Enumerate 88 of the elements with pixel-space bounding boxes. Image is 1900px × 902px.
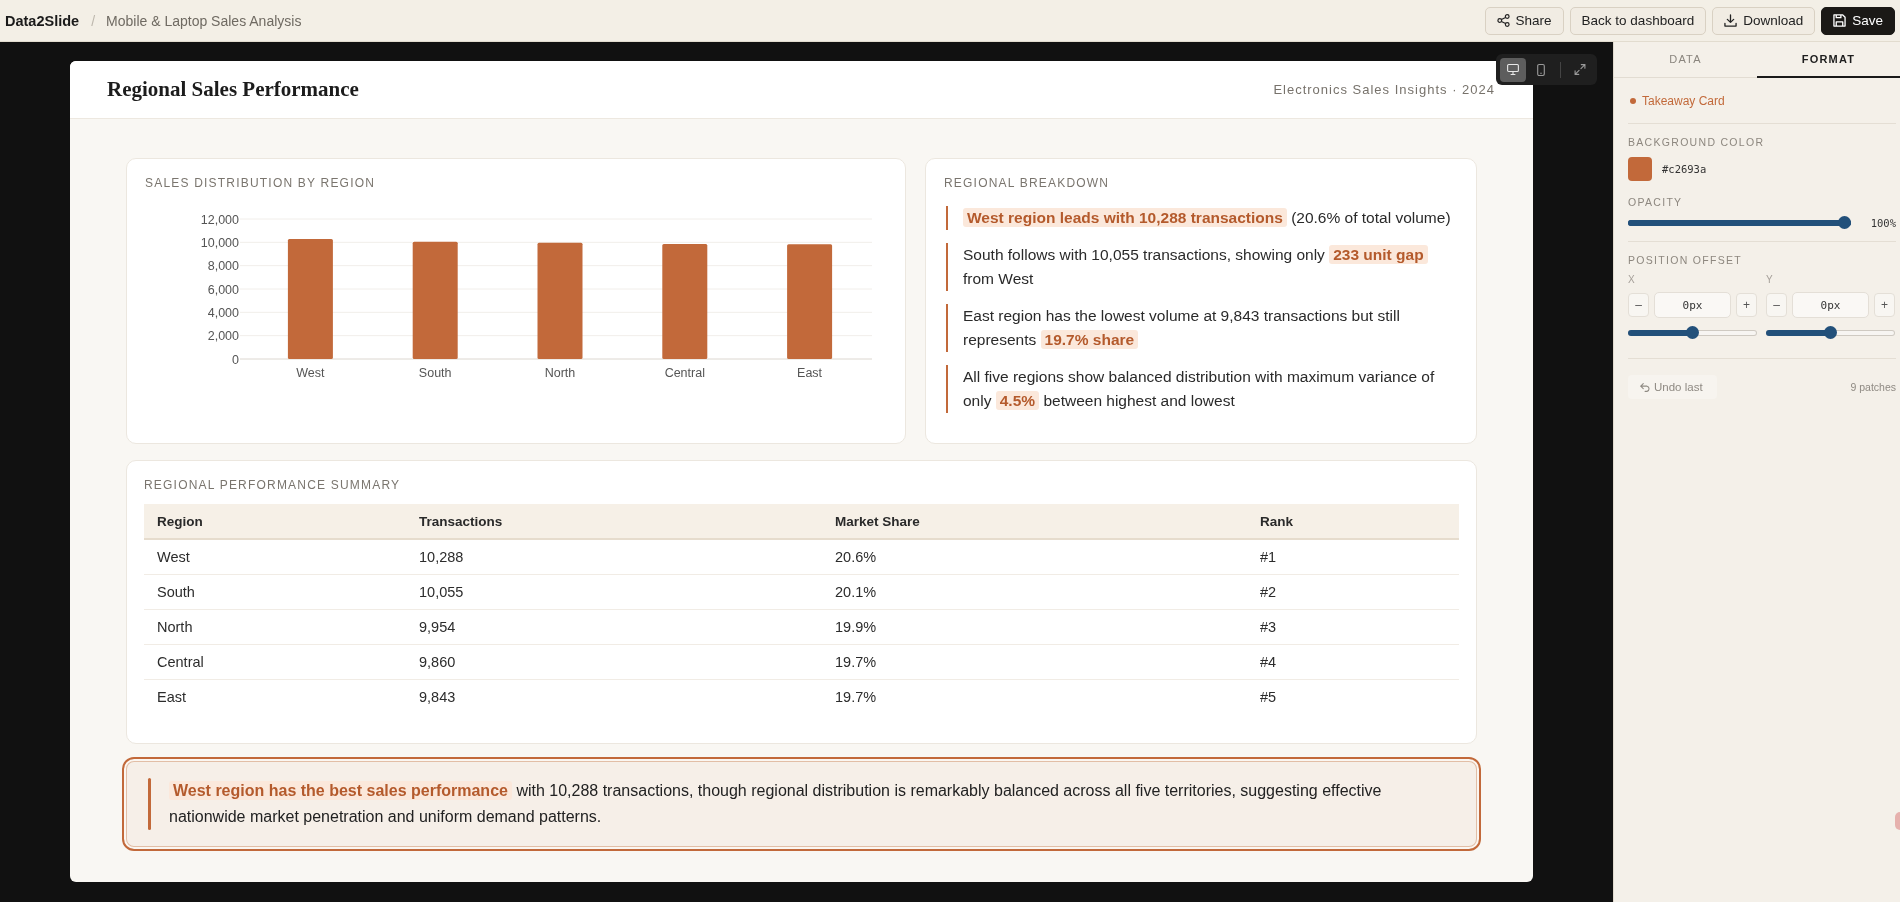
share-button[interactable]: Share	[1484, 6, 1564, 35]
y-axis-label: 8,000	[207, 259, 239, 274]
table-cell: 20.1%	[822, 574, 1247, 610]
table-cell: Central	[144, 644, 406, 680]
table-cell: 9,860	[406, 644, 822, 680]
desktop-view-button[interactable]	[1500, 57, 1526, 82]
phone-icon	[1537, 63, 1545, 76]
table-cell: 19.7%	[822, 644, 1247, 680]
expand-icon	[1574, 64, 1586, 75]
back-button[interactable]: Back to dashboard	[1569, 6, 1707, 35]
card-title: REGIONAL PERFORMANCE SUMMARY	[144, 478, 402, 492]
chart-card[interactable]: SALES DISTRIBUTION BY REGION 0 2,000 4,000 6,000 8,000 10,000 12,000 West South North Central East	[126, 158, 906, 444]
column-header: Rank	[1247, 504, 1459, 539]
section-label: POSITION OFFSET	[1628, 254, 1743, 266]
patch-count: 9 patches	[1850, 381, 1896, 393]
slide-subtitle: Electronics Sales Insights · 2024	[1273, 82, 1495, 97]
card-title: SALES DISTRIBUTION BY REGION	[145, 176, 377, 190]
table-cell: South	[144, 574, 406, 610]
takeaway-card[interactable]	[122, 757, 1481, 851]
offset-slider[interactable]	[1628, 326, 1757, 339]
brand-name[interactable]: Data2Slide	[5, 12, 80, 29]
color-swatch[interactable]	[1628, 157, 1652, 181]
breakdown-card[interactable]	[925, 158, 1477, 444]
table-cell: 9,954	[406, 609, 822, 645]
offset-slider[interactable]	[1766, 326, 1895, 339]
insight-point: East region has the lowest volume at 9,843 transactions but still represents 19.7% share	[946, 304, 1458, 352]
y-axis-label: 10,000	[200, 235, 239, 250]
table-cell: 9,843	[406, 679, 822, 714]
summary-card[interactable]: REGIONAL PERFORMANCE SUMMARY Region Transactions Market Share Rank West 10,288 20.6% #1 South 10,055 20.1% #2 North 9,954 19.9% #3 Central 9,860 19.7% #4 East 9,843 19.7% #5	[126, 460, 1477, 744]
slider-thumb[interactable]	[1824, 326, 1837, 339]
table-cell: North	[144, 609, 406, 645]
x-axis-label: East	[797, 366, 823, 380]
dot-icon	[1630, 97, 1636, 104]
save-icon	[1833, 14, 1847, 27]
table-cell: #4	[1247, 644, 1459, 680]
table-cell: 10,288	[406, 539, 822, 575]
x-axis-label: Central	[664, 366, 705, 380]
x-axis-label: West	[296, 366, 325, 380]
table-cell: 19.7%	[822, 679, 1247, 714]
x-axis-label: North	[544, 366, 576, 380]
accent-bar	[148, 778, 151, 830]
section-label: OPACITY	[1628, 196, 1684, 208]
table-cell: 19.9%	[822, 609, 1247, 645]
column-header: Market Share	[822, 504, 1247, 539]
table-cell: 20.6%	[822, 539, 1247, 575]
download-button[interactable]: Download	[1712, 6, 1816, 35]
table-cell: #5	[1247, 679, 1459, 714]
table-cell: 10,055	[406, 574, 822, 610]
y-axis-label: 6,000	[207, 282, 239, 297]
table-cell: #3	[1247, 609, 1459, 645]
column-header: Region	[144, 504, 406, 539]
slide-title: Regional Sales Performance	[107, 77, 359, 102]
y-axis-label: 2,000	[207, 329, 239, 344]
table-cell: #2	[1247, 574, 1459, 610]
takeaway-text: West region has the best sales performance with 10,288 transactions, though regional distribution is remarkably balanced across all five territories, suggesting effective nationwide market penetration and uniform demand patterns.	[169, 780, 1383, 827]
opacity-value: 100%	[1870, 216, 1896, 229]
offset-field[interactable]: 0px	[1654, 292, 1731, 318]
offset-field[interactable]: 0px	[1792, 292, 1869, 318]
insight-point: South follows with 10,055 transactions, showing only 233 unit gap from West	[946, 243, 1458, 291]
table-cell: #1	[1247, 539, 1459, 575]
axis-label: Y	[1766, 274, 1774, 285]
increment-button[interactable]: +	[1736, 293, 1757, 317]
undo-icon	[1640, 382, 1651, 392]
table-cell: West	[144, 539, 406, 575]
column-header: Transactions	[406, 504, 822, 539]
decrement-button[interactable]: –	[1628, 293, 1649, 317]
decrement-button[interactable]: –	[1766, 293, 1787, 317]
monitor-icon	[1507, 64, 1519, 75]
share-icon	[1496, 14, 1510, 27]
table-cell: East	[144, 679, 406, 714]
slider-thumb[interactable]	[1686, 326, 1699, 339]
y-axis-label: 0	[232, 352, 239, 367]
x-axis-label: South	[418, 366, 452, 380]
save-button[interactable]: Save	[1821, 6, 1895, 35]
download-icon	[1724, 14, 1738, 27]
breadcrumb-separator: /	[91, 12, 96, 29]
y-axis-label: 4,000	[207, 305, 239, 320]
y-axis-label: 12,000	[200, 212, 239, 227]
increment-button[interactable]: +	[1874, 293, 1895, 317]
color-value: #c2693a	[1662, 163, 1707, 175]
panel-tab[interactable]: FORMAT	[1757, 42, 1900, 78]
insight-point: All five regions show balanced distribution with maximum variance of only 4.5% between highest and lowest	[946, 365, 1458, 413]
element-name: Takeaway Card	[1642, 93, 1725, 108]
axis-label: X	[1628, 274, 1636, 285]
card-title: REGIONAL BREAKDOWN	[944, 176, 1111, 190]
project-title: Mobile & Laptop Sales Analysis	[106, 12, 302, 29]
section-label: BACKGROUND COLOR	[1628, 136, 1766, 148]
slider-thumb[interactable]	[1837, 216, 1851, 229]
